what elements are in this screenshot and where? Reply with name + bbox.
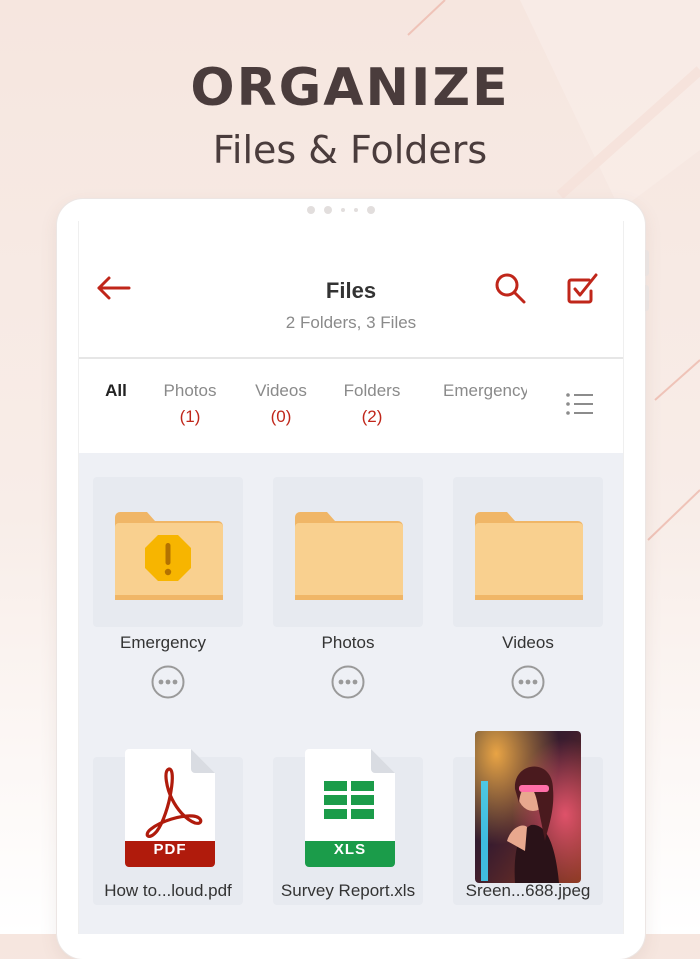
tab-label: Photos <box>163 381 217 400</box>
app-bar: Files 2 Folders, 3 Files <box>79 221 623 359</box>
category-tabs: All Photos (1) Videos (0) Folders (2) Em… <box>79 359 623 453</box>
more-options-icon[interactable] <box>331 665 365 699</box>
folder-name: Photos <box>321 633 375 652</box>
tab-label: Videos <box>255 381 307 400</box>
tablet-side-button <box>645 250 649 276</box>
warning-folder-icon <box>115 512 223 600</box>
tab-emergency[interactable]: Emergency <box>443 381 527 407</box>
folder-card <box>93 477 243 627</box>
folder-item-emergency[interactable]: Emergency <box>93 477 243 707</box>
file-name: How to...loud.pdf <box>104 881 232 900</box>
folder-icon <box>295 512 403 600</box>
tab-all[interactable]: All <box>101 381 131 407</box>
file-item-pdf[interactable]: PDF How to...loud.pdf <box>93 731 243 931</box>
file-item-jpeg[interactable]: Sreen...688.jpeg <box>453 731 603 931</box>
tablet-side-button <box>645 285 649 311</box>
tab-label: Emergency <box>443 381 527 400</box>
search-icon[interactable] <box>493 271 527 305</box>
folder-item-photos[interactable]: Photos <box>273 477 423 707</box>
file-type-badge: XLS <box>333 841 367 858</box>
app-screen: Files 2 Folders, 3 Files All Photos (1) … <box>78 221 624 934</box>
tab-label: Folders <box>343 381 401 400</box>
file-name: Sreen...688.jpeg <box>465 881 591 900</box>
folder-item-videos[interactable]: Videos <box>453 477 603 707</box>
tab-photos[interactable]: Photos (1) <box>159 381 221 427</box>
image-thumbnail <box>475 731 581 883</box>
hero-title: ORGANIZE <box>190 58 510 118</box>
file-name: Survey Report.xls <box>280 881 416 900</box>
file-type-badge: PDF <box>153 841 187 858</box>
folder-card <box>453 477 603 627</box>
hero-subtitle: Files & Folders <box>212 128 488 172</box>
tab-folders[interactable]: Folders (2) <box>340 381 404 427</box>
folder-name: Emergency <box>120 633 206 652</box>
files-grid: Emergency Photos Videos PDF How to...lou… <box>79 453 623 934</box>
file-item-xls[interactable]: XLS Survey Report.xls <box>273 731 423 931</box>
list-icon[interactable] <box>565 391 595 417</box>
checkbox-check-icon[interactable] <box>565 271 599 305</box>
tab-count: (1) <box>179 407 201 426</box>
tablet-camera <box>307 206 375 214</box>
tab-label: All <box>105 381 127 400</box>
folder-card <box>273 477 423 627</box>
more-options-icon[interactable] <box>511 665 545 699</box>
more-options-icon[interactable] <box>151 665 185 699</box>
page-title: Files <box>325 278 377 303</box>
folder-icon <box>475 512 583 600</box>
tab-count: (2) <box>361 407 383 426</box>
tab-count: (0) <box>270 407 292 426</box>
page-subtitle: 2 Folders, 3 Files <box>285 313 417 332</box>
folder-name: Videos <box>502 633 554 652</box>
tab-videos[interactable]: Videos (0) <box>251 381 311 427</box>
